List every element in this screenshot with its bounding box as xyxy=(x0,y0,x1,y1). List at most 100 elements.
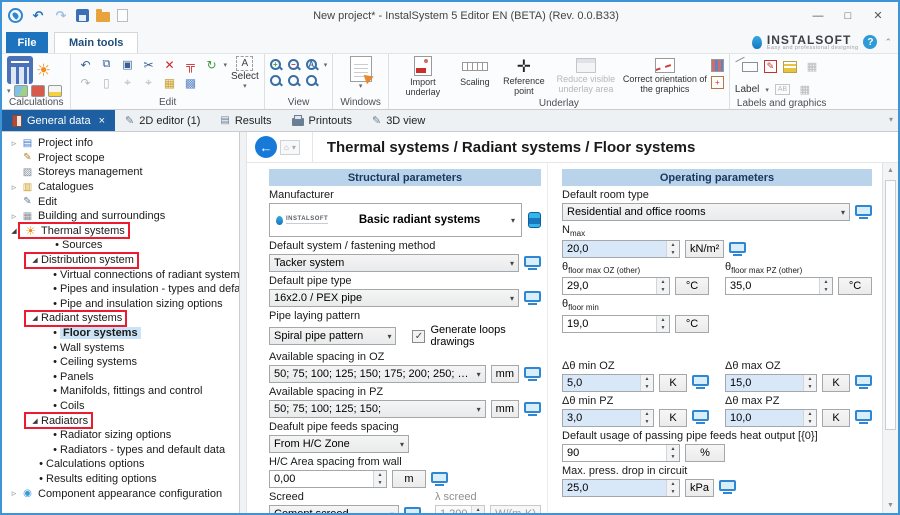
spinner-arrows[interactable]: ▲▼ xyxy=(803,375,816,391)
chevron-down-icon[interactable]: ▾ xyxy=(292,143,296,152)
spacing-pz-select[interactable]: 50; 75; 100; 125; 150; xyxy=(269,400,486,418)
tree-item-sources[interactable]: Sources xyxy=(2,238,239,253)
collapse-icon[interactable] xyxy=(29,314,41,322)
pin-vertical-icon[interactable]: ⌖ xyxy=(118,74,136,91)
callout-label-icon[interactable] xyxy=(742,62,758,72)
catalogue-database-icon[interactable] xyxy=(528,212,541,228)
dt-min-pz-unit[interactable]: K xyxy=(659,409,687,427)
tfloor-min-input[interactable]: 19,0▲▼ xyxy=(562,315,670,333)
dt-max-pz-input[interactable]: 10,0▲▼ xyxy=(725,409,817,427)
undo-edit-icon[interactable]: ↶ xyxy=(76,56,94,73)
expand-icon[interactable] xyxy=(8,138,20,149)
press-drop-input[interactable]: 25,0▲▼ xyxy=(562,479,680,497)
home-icon[interactable]: ⌂ xyxy=(284,143,289,152)
tab-2d-editor[interactable]: ✎ 2D editor (1) xyxy=(115,110,210,131)
press-drop-unit[interactable]: kPa xyxy=(685,479,714,497)
graphic-bars-icon[interactable] xyxy=(783,61,797,73)
spinner-arrows[interactable]: ▲▼ xyxy=(656,278,669,294)
undo-icon[interactable]: ↶ xyxy=(30,8,46,24)
collapse-icon[interactable] xyxy=(29,256,41,264)
spinner-arrows[interactable]: ▲▼ xyxy=(656,316,669,332)
usage-input[interactable]: 90▲▼ xyxy=(562,444,680,462)
tree-item-panels[interactable]: Panels xyxy=(2,370,239,385)
tree-item-component-appearance[interactable]: Component appearance configuration xyxy=(2,486,239,501)
help-icon[interactable]: ? xyxy=(863,35,877,49)
tfloor-min-unit[interactable]: °C xyxy=(675,315,709,333)
collapse-icon[interactable] xyxy=(29,417,41,425)
duplicate-icon[interactable]: ▯ xyxy=(97,74,115,91)
calculate-button[interactable] xyxy=(7,56,33,84)
paste-icon[interactable]: ▣ xyxy=(118,56,136,73)
pan-icon[interactable] xyxy=(270,75,281,86)
zoom-window-icon[interactable] xyxy=(288,75,299,86)
screed-select[interactable]: Cement screed xyxy=(269,505,399,515)
transfer-icon[interactable] xyxy=(524,367,541,382)
refresh-icon[interactable]: ↻ xyxy=(202,56,220,73)
transfer-icon[interactable] xyxy=(524,402,541,417)
transfer-icon[interactable] xyxy=(729,242,746,257)
usage-unit[interactable]: % xyxy=(685,444,725,462)
spinner-arrows[interactable]: ▲▼ xyxy=(666,445,679,461)
highlight-icon[interactable] xyxy=(48,85,62,97)
vertical-scrollbar[interactable]: ▲ ▼ xyxy=(882,163,898,513)
tfloor-max-oz-input[interactable]: 29,0▲▼ xyxy=(562,277,670,295)
splitter[interactable] xyxy=(240,132,247,513)
close-button[interactable]: ✕ xyxy=(864,6,892,26)
pin-horizontal-icon[interactable]: ⌖ xyxy=(139,74,157,91)
generate-loops-checkbox[interactable]: ✓ xyxy=(412,330,425,343)
spinner-arrows[interactable]: ▲▼ xyxy=(640,375,653,391)
expand-icon[interactable] xyxy=(8,488,20,499)
tree-item-wall-systems[interactable]: Wall systems xyxy=(2,340,239,355)
fastening-select[interactable]: Tacker system xyxy=(269,254,519,272)
nmax-input[interactable]: 20,0▲▼ xyxy=(562,240,680,258)
tab-overflow-icon[interactable]: ▾ xyxy=(889,115,893,124)
zoom-in-icon[interactable]: + xyxy=(270,59,281,70)
dt-max-oz-input[interactable]: 15,0▲▼ xyxy=(725,374,817,392)
refresh-dropdown-icon[interactable]: ▾ xyxy=(223,61,227,69)
label-dropdown-icon[interactable]: ▾ xyxy=(765,86,769,94)
back-button[interactable]: ← xyxy=(255,136,277,158)
underlay-add-icon[interactable]: + xyxy=(711,76,724,89)
tab-general-data[interactable]: General data × xyxy=(2,110,115,131)
hc-spacing-unit[interactable]: m xyxy=(392,470,426,488)
scrollbar-track[interactable] xyxy=(883,178,898,498)
tree-item-pipes-insulation-types[interactable]: Pipes and insulation - types and default… xyxy=(2,282,239,297)
close-tab-icon[interactable]: × xyxy=(99,115,105,127)
scaling-button[interactable]: Scaling xyxy=(455,56,495,88)
underlay-layers-icon[interactable] xyxy=(711,59,724,72)
maximize-button[interactable]: □ xyxy=(834,6,862,26)
windows-arrange-icon[interactable] xyxy=(350,56,372,82)
transfer-icon[interactable] xyxy=(404,507,421,515)
tree-item-radiators-types[interactable]: Radiators - types and default data xyxy=(2,442,239,457)
transfer-icon[interactable] xyxy=(692,410,709,425)
tree-item-virtual-connections[interactable]: Virtual connections of radiant systems xyxy=(2,267,239,282)
tree-item-building-surroundings[interactable]: Building and surroundings xyxy=(2,209,239,224)
spacing-oz-unit[interactable]: mm xyxy=(491,365,519,383)
dt-min-pz-input[interactable]: 3,0▲▼ xyxy=(562,409,654,427)
transfer-icon[interactable] xyxy=(524,256,541,271)
reference-point-button[interactable]: ✛ Reference point xyxy=(498,56,550,97)
file-tab[interactable]: File xyxy=(6,32,48,53)
tab-results[interactable]: ▤ Results xyxy=(210,110,281,131)
laying-pattern-select[interactable]: Spiral pipe pattern xyxy=(269,327,396,345)
transfer-icon[interactable] xyxy=(855,375,872,390)
tree-item-pipe-sizing-options[interactable]: Pipe and insulation sizing options xyxy=(2,297,239,312)
tree-item-radiant-systems[interactable]: Radiant systems xyxy=(2,311,239,326)
redo-icon[interactable]: ↷ xyxy=(53,8,69,24)
select-button[interactable]: A Select ▾ xyxy=(231,56,259,91)
open-folder-icon[interactable] xyxy=(96,12,110,22)
expand-icon[interactable] xyxy=(8,182,20,193)
transfer-icon[interactable] xyxy=(524,291,541,306)
import-underlay-button[interactable]: Import underlay xyxy=(394,56,452,98)
tree-item-coils[interactable]: Coils xyxy=(2,399,239,414)
windows-dropdown-icon[interactable]: ▾ xyxy=(359,82,363,90)
transfer-icon[interactable] xyxy=(855,410,872,425)
transfer-icon[interactable] xyxy=(431,472,448,487)
transfer-icon[interactable] xyxy=(855,205,872,220)
tree-item-ceiling-systems[interactable]: Ceiling systems xyxy=(2,355,239,370)
spinner-arrows[interactable]: ▲▼ xyxy=(666,480,679,496)
tree-item-floor-systems[interactable]: Floor systems xyxy=(2,326,239,341)
dice-icon[interactable] xyxy=(31,85,45,97)
save-icon[interactable] xyxy=(76,9,89,22)
main-tools-tab[interactable]: Main tools xyxy=(54,32,138,53)
